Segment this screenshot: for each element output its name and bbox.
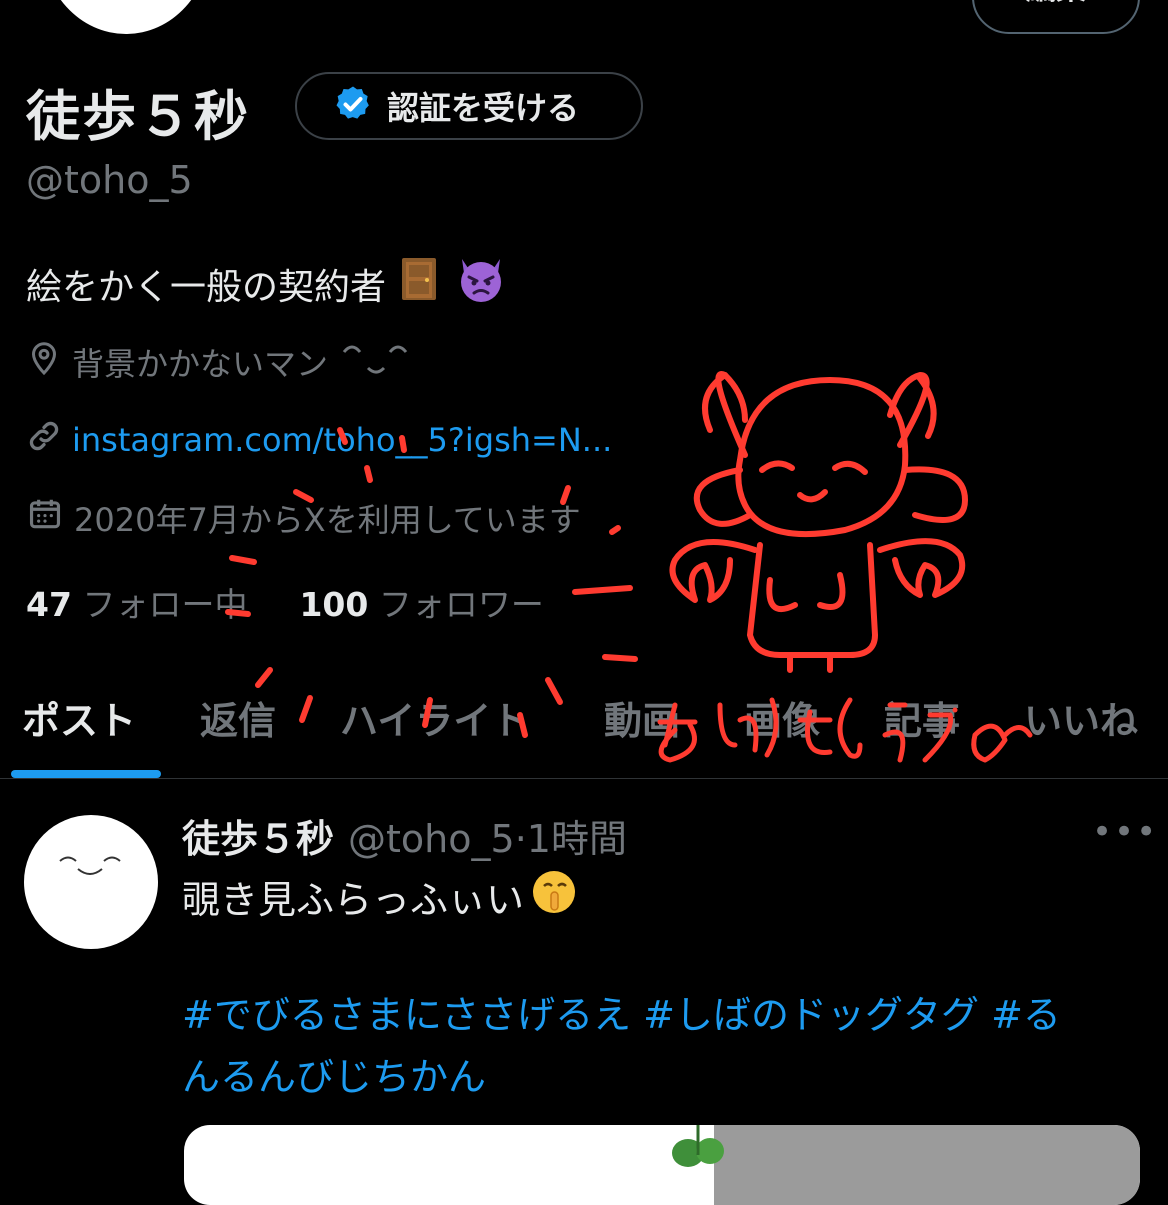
post-text-body: 覗き見ふらっふぃい: [182, 878, 525, 922]
followers-link[interactable]: 100 フォロワー: [299, 578, 543, 626]
shushing-face-emoji-icon: [530, 868, 578, 925]
smile-face-icon: [338, 338, 428, 386]
hashtag-line[interactable]: んるんびじちかん: [182, 1046, 1142, 1108]
profile-avatar[interactable]: [42, 0, 210, 34]
post-avatar[interactable]: [24, 815, 158, 949]
edit-profile-button[interactable]: 編集: [972, 0, 1140, 34]
smile-face-icon: [59, 856, 121, 875]
post-media-image[interactable]: [184, 1125, 1140, 1205]
profile-bio: 絵をかく一般の契約者: [26, 255, 506, 312]
following-label: フォロー中: [82, 585, 248, 624]
link-text[interactable]: instagram.com/toho__5?igsh=N...: [72, 421, 612, 459]
leaf-icon: [672, 1125, 724, 1167]
media-panel: [714, 1125, 1140, 1205]
location-text: 背景かかないマン: [72, 345, 329, 383]
devil-emoji-icon: [456, 255, 506, 312]
followers-label: フォロワー: [378, 585, 544, 624]
following-link[interactable]: 47 フォロー中: [26, 578, 247, 626]
followers-count: 100: [299, 585, 369, 624]
verified-badge-icon: [333, 84, 373, 128]
tab-videos[interactable]: 動画: [604, 690, 680, 745]
tab-highlights[interactable]: ハイライト: [340, 690, 529, 745]
profile-link[interactable]: instagram.com/toho__5?igsh=N...: [26, 418, 612, 462]
bio-text: 絵をかく一般の契約者: [26, 266, 387, 308]
post-hashtags: #でびるさまにささげるえ #しばのドッグタグ #る んるんびじちかん: [182, 984, 1142, 1108]
hashtag-line[interactable]: #でびるさまにささげるえ #しばのドッグタグ #る: [182, 984, 1142, 1046]
link-icon: [26, 418, 62, 462]
get-verified-button[interactable]: 認証を受ける: [295, 72, 643, 140]
tab-articles[interactable]: 記事: [884, 690, 960, 745]
profile-location: 背景かかないマン: [26, 338, 428, 386]
post-more-icon[interactable]: •••: [1092, 812, 1158, 852]
profile-handle: @toho_5: [26, 158, 193, 202]
tab-likes[interactable]: いいね: [1024, 690, 1138, 745]
door-emoji-icon: [398, 256, 440, 311]
get-verified-label: 認証を受ける: [387, 89, 580, 127]
tab-images[interactable]: 画像: [744, 690, 820, 745]
profile-joined: 2020年7月からXを利用しています: [26, 495, 581, 541]
active-tab-indicator: [11, 770, 161, 778]
edit-profile-label: 編集: [1026, 0, 1086, 8]
post-timestamp[interactable]: ·1時間: [515, 808, 627, 863]
devil-doodle-icon: [669, 371, 968, 673]
calendar-icon: [26, 495, 64, 541]
post-author-name[interactable]: 徒歩５秒: [182, 808, 334, 863]
follow-stats: 47 フォロー中 100 フォロワー: [26, 578, 544, 626]
post-header: 徒歩５秒 @toho_5 ·1時間: [182, 808, 627, 863]
following-count: 47: [26, 585, 72, 624]
joined-text: 2020年7月からXを利用しています: [74, 501, 581, 539]
profile-tabs: ポスト 返信 ハイライト 動画 画像 記事 いいね: [0, 670, 1168, 779]
location-pin-icon: [26, 338, 62, 386]
post-text: 覗き見ふらっふぃい: [182, 868, 578, 925]
tab-posts[interactable]: ポスト: [22, 690, 136, 745]
tab-replies[interactable]: 返信: [200, 690, 276, 745]
post-author-handle[interactable]: @toho_5: [348, 817, 515, 861]
display-name: 徒歩５秒: [26, 85, 250, 148]
